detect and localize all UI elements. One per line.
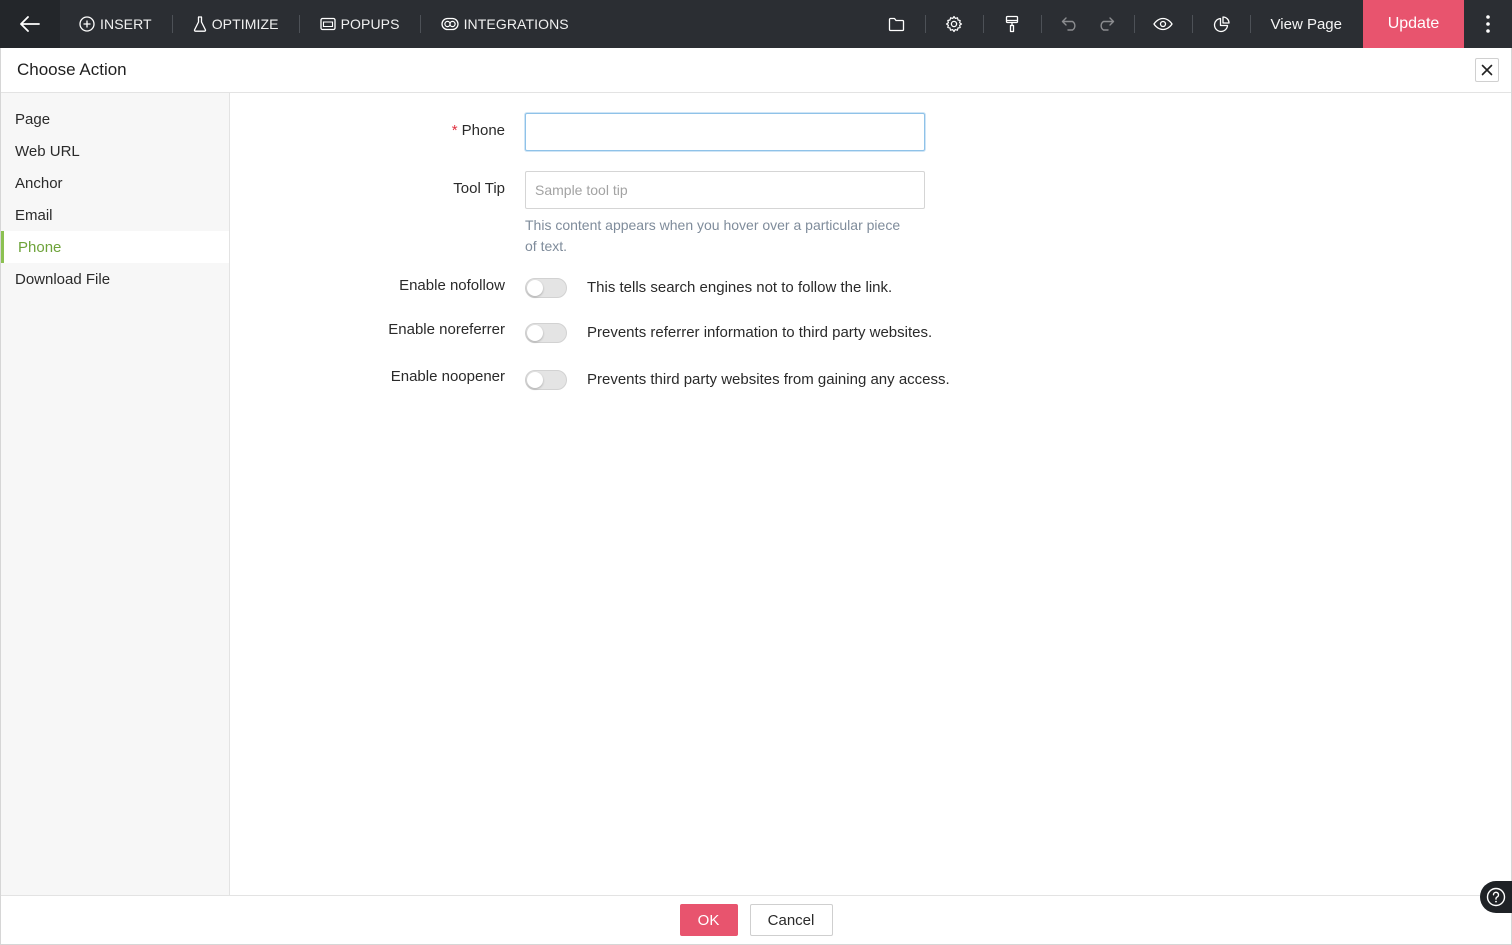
arrow-left-icon (20, 16, 40, 32)
dialog-header: Choose Action (1, 48, 1511, 93)
sidebar-item-email[interactable]: Email (1, 199, 229, 231)
sidebar-item-web-url[interactable]: Web URL (1, 135, 229, 167)
dialog-title: Choose Action (17, 60, 127, 79)
settings-button[interactable] (926, 0, 983, 48)
nofollow-label: Enable nofollow (399, 277, 505, 294)
toggle-knob (527, 325, 543, 341)
help-circle-icon (1486, 887, 1506, 907)
nofollow-description: This tells search engines not to follow … (587, 279, 893, 296)
close-icon (1481, 64, 1493, 76)
noreferrer-toggle[interactable] (525, 323, 567, 343)
sidebar-item-download-file[interactable]: Download File (1, 263, 229, 295)
preview-button[interactable] (1135, 0, 1192, 48)
gear-icon (945, 15, 963, 33)
flask-icon (193, 16, 206, 32)
integrations-menu[interactable]: INTEGRATIONS (421, 0, 589, 48)
insert-label: INSERT (100, 16, 152, 32)
optimize-label: OPTIMIZE (211, 16, 279, 32)
sidebar-item-page[interactable]: Page (1, 103, 229, 135)
tooltip-input[interactable] (525, 171, 925, 209)
noreferrer-label: Enable noreferrer (388, 321, 505, 338)
plus-circle-icon (79, 16, 95, 32)
tooltip-help-text: This content appears when you hover over… (525, 217, 901, 254)
close-button[interactable] (1475, 58, 1499, 82)
undo-button[interactable] (1052, 0, 1088, 48)
noopener-toggle[interactable] (525, 370, 567, 390)
redo-icon (1099, 17, 1114, 31)
update-button[interactable]: Update (1363, 0, 1464, 48)
eye-icon (1153, 17, 1173, 31)
toggle-knob (527, 372, 543, 388)
popups-menu[interactable]: POPUPS (300, 0, 420, 48)
phone-label-text: Phone (461, 122, 505, 139)
folder-button[interactable] (868, 0, 925, 48)
redo-button[interactable] (1088, 0, 1124, 48)
phone-label: * Phone (452, 122, 505, 139)
folder-icon (888, 17, 904, 31)
view-page-link[interactable]: View Page (1251, 0, 1363, 48)
integrations-icon (440, 17, 459, 31)
required-mark: * (451, 122, 458, 139)
analytics-button[interactable] (1193, 0, 1250, 48)
tooltip-label: Tool Tip (453, 180, 505, 197)
back-button[interactable] (0, 0, 60, 48)
pie-chart-icon (1213, 15, 1230, 32)
sidebar-item-phone[interactable]: Phone (1, 231, 229, 263)
noreferrer-description: Prevents referrer information to third p… (587, 324, 933, 341)
toggle-knob (527, 280, 543, 296)
undo-icon (1061, 17, 1076, 31)
optimize-menu[interactable]: OPTIMIZE (173, 0, 299, 48)
help-button[interactable] (1480, 881, 1512, 913)
cancel-button[interactable]: Cancel (749, 904, 833, 936)
dialog-footer: OK Cancel (1, 895, 1511, 944)
phone-action-form: *Phone Tool Tip This content appears whe… (230, 93, 1511, 895)
choose-action-dialog: Choose Action Page Web URL Anchor Email … (0, 48, 1512, 945)
noopener-description: Prevents third party websites from gaini… (587, 371, 950, 388)
sidebar-item-anchor[interactable]: Anchor (1, 167, 229, 199)
top-toolbar: INSERT OPTIMIZE POPUPS INTEGRATIONS View (0, 0, 1512, 48)
more-options-button[interactable] (1464, 0, 1512, 48)
action-type-sidebar: Page Web URL Anchor Email Phone Download… (1, 93, 230, 895)
more-vertical-icon (1486, 15, 1490, 33)
format-painter-button[interactable] (984, 0, 1041, 48)
nofollow-toggle[interactable] (525, 278, 567, 298)
paint-brush-icon (1005, 15, 1019, 33)
popup-window-icon (319, 17, 336, 31)
popups-label: POPUPS (340, 16, 400, 32)
phone-input[interactable] (525, 113, 925, 151)
ok-button[interactable]: OK (679, 904, 738, 936)
integrations-label: INTEGRATIONS (463, 16, 569, 32)
toolbar-divider (1040, 15, 1042, 33)
dialog-body: Page Web URL Anchor Email Phone Download… (1, 93, 1511, 895)
insert-menu[interactable]: INSERT (60, 0, 172, 48)
noopener-label: Enable noopener (390, 368, 505, 385)
